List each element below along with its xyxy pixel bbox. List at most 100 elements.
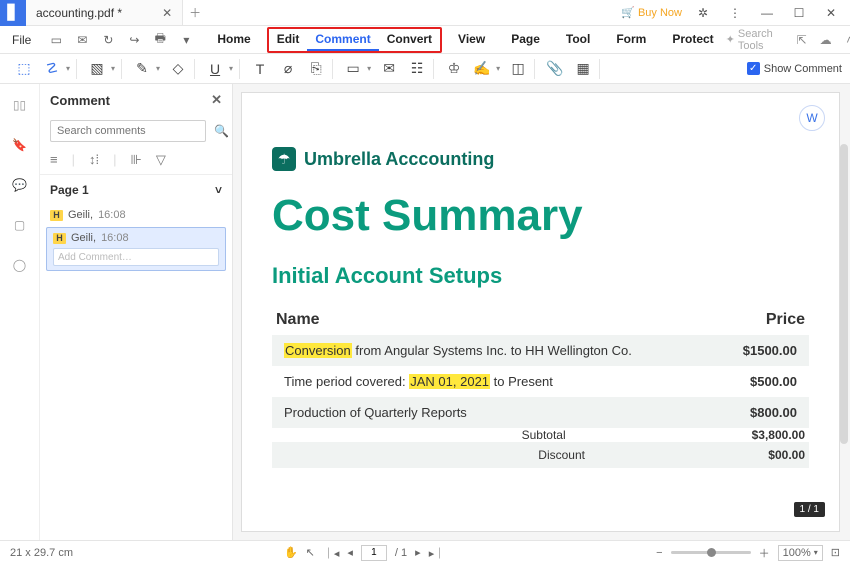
note-tool-icon[interactable]: ☡ [42, 59, 62, 79]
close-tab-icon[interactable]: ✕ [162, 6, 172, 20]
tab-view[interactable]: View [448, 27, 495, 53]
zoom-slider[interactable] [671, 551, 751, 554]
next-page-icon[interactable]: ▸ [415, 546, 421, 559]
save-icon[interactable]: ✉ [73, 31, 91, 49]
callout-icon[interactable]: ⌀ [278, 59, 298, 79]
tab-form[interactable]: Form [606, 27, 656, 53]
cloud-icon[interactable]: ☁ [819, 31, 833, 49]
text-box-icon[interactable]: T [250, 59, 270, 79]
add-comment-input[interactable]: Add Comment… [53, 248, 219, 266]
sticky-note-icon[interactable]: ▧ [87, 59, 107, 79]
comments-panel-icon[interactable]: 💬 [9, 174, 31, 196]
indent-icon[interactable]: ≡ [50, 152, 58, 168]
buy-now-link[interactable]: 🛒 Buy Now [621, 6, 682, 19]
new-tab-button[interactable]: ＋ [183, 1, 207, 25]
app-logo-icon[interactable]: ▋ [0, 0, 26, 26]
scrollbar-thumb[interactable] [840, 144, 848, 444]
tab-edit[interactable]: Edit [269, 29, 308, 51]
zoom-slider-thumb[interactable] [707, 548, 716, 557]
first-page-icon[interactable]: ｜◂ [323, 545, 340, 561]
comment-search-input[interactable] [50, 120, 206, 142]
last-page-icon[interactable]: ▸｜ [429, 545, 446, 561]
highlight-icon[interactable]: ✎ [132, 59, 152, 79]
comment-panel-options: ≡ | ↕⁞ | ⊪ ▽ [40, 146, 232, 175]
window-maximize-button[interactable]: ☐ [788, 2, 810, 24]
settings-icon[interactable]: ✲ [692, 2, 714, 24]
underline-icon[interactable]: U [205, 59, 225, 79]
redo-icon[interactable]: ↪ [125, 31, 143, 49]
window-minimize-button[interactable]: — [756, 2, 778, 24]
undo-icon[interactable]: ↻ [99, 31, 117, 49]
zoom-select[interactable]: 100% ▾ [778, 545, 823, 561]
row-price: $1500.00 [743, 343, 797, 358]
document-viewport[interactable]: W ☂ Umbrella Acccounting Cost Summary In… [233, 84, 850, 540]
sort-icon[interactable]: ↕⁞ [89, 152, 99, 168]
window-close-button[interactable]: ✕ [820, 2, 842, 24]
comment-page-header[interactable]: Page 1 ˅ [40, 175, 232, 205]
attachments-icon[interactable]: ▢ [9, 214, 31, 236]
select-tool-status-icon[interactable]: ↖ [306, 546, 315, 559]
collapse-ribbon-icon[interactable]: ˄ [843, 31, 850, 49]
more-icon[interactable]: ▾ [177, 31, 195, 49]
chevron-down-icon: ˅ [215, 183, 222, 197]
thumbnails-icon[interactable]: ▯▯ [9, 94, 31, 116]
select-tool-icon[interactable]: ⬚ [14, 59, 34, 79]
tab-home[interactable]: Home [207, 27, 260, 53]
typewriter-icon[interactable]: ⎘ [306, 59, 326, 79]
stamp-icon[interactable]: ♔ [444, 59, 464, 79]
tab-page[interactable]: Page [501, 27, 550, 53]
search-tools-button[interactable]: ✦ Search Tools [726, 28, 785, 52]
shape-rect-icon[interactable]: ▭ [343, 59, 363, 79]
chevron-down-icon: ▾ [814, 548, 818, 557]
filter-icon[interactable]: ▽ [156, 152, 166, 168]
filter-cols-icon[interactable]: ⊪ [131, 152, 142, 168]
hand-tool-icon[interactable]: ✋ [284, 546, 298, 559]
eraser-icon[interactable]: ◇ [168, 59, 188, 79]
search-panel-icon[interactable]: ◯ [9, 254, 31, 276]
menu-file[interactable]: File [4, 29, 39, 51]
area-icon[interactable]: ◫ [508, 59, 528, 79]
tab-comment[interactable]: Comment [307, 29, 378, 51]
vertical-scrollbar[interactable] [840, 84, 848, 540]
signature-icon[interactable]: ✍ [472, 59, 492, 79]
show-comment-label: Show Comment [764, 63, 842, 75]
discount-row: Discount $00.00 [272, 442, 809, 468]
row-price: $500.00 [750, 374, 797, 389]
zoom-in-icon[interactable]: ＋ [759, 545, 770, 561]
kebab-menu-icon[interactable]: ⋮ [724, 2, 746, 24]
attach-icon[interactable]: 📎 [545, 59, 565, 79]
comment-item-selected[interactable]: H Geili, 16:08 Add Comment… [46, 227, 226, 271]
zoom-out-icon[interactable]: − [656, 547, 662, 559]
buy-now-label: Buy Now [638, 7, 682, 19]
fit-page-icon[interactable]: ⊡ [831, 546, 840, 559]
measure-icon[interactable]: ☷ [407, 59, 427, 79]
tab-convert[interactable]: Convert [379, 29, 440, 51]
comment-item[interactable]: H Geili, 16:08 [40, 205, 232, 225]
menu-tabs: Home Edit Comment Convert View Page Tool… [207, 27, 723, 53]
wand-icon: ✦ [726, 33, 735, 46]
convert-word-icon[interactable]: W [799, 105, 825, 131]
open-icon[interactable]: ▭ [47, 31, 65, 49]
discount-label: Discount [538, 448, 658, 462]
prev-page-icon[interactable]: ◂ [347, 546, 353, 559]
tab-protect[interactable]: Protect [662, 27, 723, 53]
search-icon[interactable]: 🔍 [214, 124, 229, 138]
highlighted-text: Conversion [284, 343, 352, 358]
show-comment-toggle[interactable]: ✓ Show Comment [747, 62, 842, 75]
search-tools-label: Search Tools [738, 28, 785, 52]
page-number-input[interactable] [361, 545, 387, 561]
page-nav: ✋ ↖ ｜◂ ◂ / 1 ▸ ▸｜ [284, 545, 445, 561]
shape-icon[interactable]: ✉ [379, 59, 399, 79]
share-icon[interactable]: ⇱ [795, 31, 809, 49]
comment-panel: Comment ✕ 🔍 ≡ | ↕⁞ | ⊪ ▽ Page 1 ˅ H Geil… [40, 84, 233, 540]
comment-time: 16:08 [101, 232, 129, 244]
highlight-badge-icon: H [53, 233, 66, 244]
bookmarks-icon[interactable]: 🔖 [9, 134, 31, 156]
tab-tool[interactable]: Tool [556, 27, 600, 53]
table-header: Name Price [272, 305, 809, 335]
link-icon[interactable]: ▦ [573, 59, 593, 79]
print-icon[interactable]: 🖶 [151, 31, 169, 49]
close-panel-icon[interactable]: ✕ [211, 92, 222, 108]
main-area: ▯▯ 🔖 💬 ▢ ◯ Comment ✕ 🔍 ≡ | ↕⁞ | ⊪ ▽ Page… [0, 84, 850, 540]
document-tab[interactable]: accounting.pdf * ✕ [26, 0, 183, 25]
